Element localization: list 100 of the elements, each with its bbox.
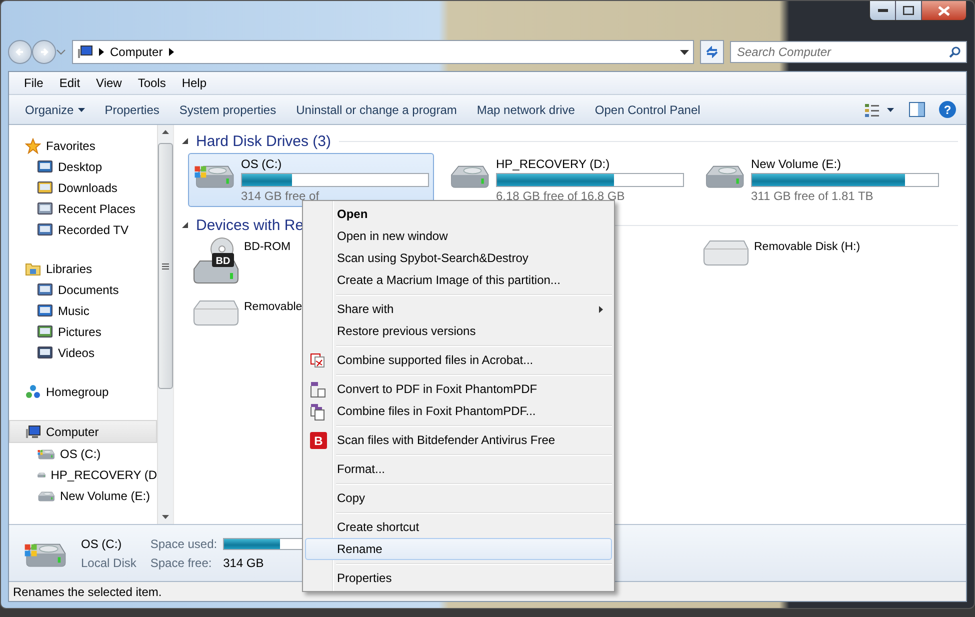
field-label: Space free:	[150, 556, 212, 570]
sidebar-item[interactable]: New Volume (E:)	[17, 485, 157, 506]
minimize-button[interactable]	[870, 1, 896, 20]
sidebar-item[interactable]: Music	[17, 300, 157, 321]
refresh-button[interactable]	[700, 40, 724, 64]
context-menu-item[interactable]: Open in new window	[305, 225, 612, 247]
context-menu-item[interactable]: Scan using Spybot-Search&Destroy	[305, 247, 612, 269]
drive-label[interactable]: Removable	[244, 301, 302, 313]
shield-logo-icon: B	[310, 432, 327, 449]
sidebar-item[interactable]: Recent Places	[17, 198, 157, 219]
dropdown-icon[interactable]	[680, 50, 689, 54]
sidebar-item[interactable]: Homegroup	[17, 381, 157, 402]
sidebar-item[interactable]: OS (C:)	[17, 443, 157, 464]
item-icon	[37, 282, 53, 298]
group-header: Devices with Re	[196, 216, 304, 234]
document-convert-icon	[310, 381, 326, 399]
context-menu-item[interactable]: B Scan files with Bitdefender Antivirus Free	[305, 429, 612, 451]
collapse-icon[interactable]	[182, 222, 188, 228]
sidebar-item[interactable]: Videos	[17, 342, 157, 363]
breadcrumb[interactable]: Computer	[110, 45, 163, 59]
toolbar-button[interactable]: Open Control Panel	[586, 98, 708, 120]
refresh-icon	[705, 46, 719, 58]
context-menu-item[interactable]: Restore previous versions	[305, 320, 612, 342]
context-menu-item[interactable]: Properties	[305, 567, 612, 589]
field-label: Space used:	[150, 536, 218, 550]
item-icon	[37, 324, 53, 340]
context-menu-item[interactable]: Copy	[305, 487, 612, 509]
chevron-icon[interactable]	[99, 48, 104, 56]
group-header: Hard Disk Drives (3)	[196, 132, 332, 150]
menu-item[interactable]: Edit	[52, 74, 88, 92]
search-field[interactable]: Search Computer	[730, 41, 967, 63]
menu-item[interactable]: Help	[174, 74, 214, 92]
toolbar-button[interactable]: Organize	[17, 98, 93, 120]
toolbar-button[interactable]: System properties	[171, 98, 284, 120]
sidebar-item[interactable]: Desktop	[17, 156, 157, 177]
close-icon	[938, 6, 950, 16]
context-menu-item[interactable]: Create shortcut	[305, 516, 612, 538]
drive-label[interactable]: Removable Disk (H:)	[754, 241, 860, 253]
chevron-icon[interactable]	[168, 48, 174, 56]
context-menu-item[interactable]: Format...	[305, 458, 612, 480]
folder-icon	[25, 260, 41, 276]
address-bar[interactable]: Computer	[72, 40, 694, 64]
menu-item[interactable]: Tools	[130, 74, 173, 92]
sidebar-item[interactable]: Libraries	[17, 258, 157, 279]
grip-icon	[162, 262, 169, 270]
drive-tile[interactable]: New Volume (E:) 311 GB free of 1.81 TB	[698, 153, 944, 207]
computer-icon	[77, 45, 93, 59]
caret-icon	[78, 108, 85, 112]
toolbar-button[interactable]: Map network drive	[468, 98, 583, 120]
maximize-icon	[903, 6, 914, 15]
sidebar-item[interactable]: Documents	[17, 279, 157, 300]
context-menu-item[interactable]: Create a Macrium Image of this partition...	[305, 269, 612, 291]
sidebar-item[interactable]: Recorded TV	[17, 219, 157, 240]
star-icon	[25, 138, 41, 154]
toolbar-button[interactable]: Uninstall or change a program	[288, 98, 465, 120]
sidebar-item[interactable]: Favorites	[17, 135, 157, 156]
scrollbar[interactable]	[157, 125, 173, 524]
sidebar-item[interactable]: Computer	[9, 420, 157, 443]
sidebar-item[interactable]: Downloads	[17, 177, 157, 198]
drive-type: Local Disk	[81, 556, 136, 570]
network-icon	[25, 384, 41, 400]
item-icon	[37, 200, 53, 216]
context-menu-item[interactable]: Share with	[305, 298, 612, 320]
back-button[interactable]	[8, 40, 32, 64]
view-options-icon[interactable]	[865, 102, 895, 116]
drive-icon	[37, 446, 55, 460]
scroll-down-icon[interactable]	[162, 515, 169, 519]
maximize-button[interactable]	[896, 1, 922, 20]
preview-pane-icon[interactable]	[909, 102, 925, 117]
context-menu-item[interactable]: Combine files in Foxit PhantomPDF...	[305, 400, 612, 422]
sidebar-item[interactable]: Pictures	[17, 321, 157, 342]
drive-label[interactable]: BD-ROM	[244, 241, 291, 253]
back-arrow-icon	[15, 47, 25, 57]
drive-name: OS (C:)	[81, 536, 123, 550]
drive-icon	[37, 488, 55, 502]
document-combine-icon	[310, 403, 326, 421]
forward-arrow-icon	[39, 47, 49, 57]
drive-tile[interactable]: OS (C:) 314 GB free of	[188, 153, 434, 207]
toolbar-button[interactable]: Properties	[96, 98, 168, 120]
sidebar-item[interactable]: HP_RECOVERY (D	[17, 464, 157, 485]
menu-item[interactable]: View	[89, 74, 129, 92]
collapse-icon[interactable]	[182, 138, 188, 144]
field-value: 314 GB	[223, 556, 264, 570]
minimize-icon	[878, 8, 888, 12]
item-icon	[37, 158, 53, 174]
item-icon	[37, 302, 53, 318]
status-text: Renames the selected item.	[13, 584, 162, 598]
pdf-stack-icon	[310, 352, 326, 368]
context-menu-item[interactable]: Combine supported files in Acrobat...	[305, 349, 612, 371]
computer-icon	[25, 424, 41, 440]
menu-item[interactable]: File	[17, 74, 50, 92]
scroll-up-icon[interactable]	[162, 130, 169, 134]
item-icon	[37, 180, 53, 196]
help-icon[interactable]: ?	[939, 101, 956, 118]
item-icon	[37, 344, 53, 360]
forward-button[interactable]	[32, 40, 56, 64]
context-menu-item[interactable]: Convert to PDF in Foxit PhantomPDF	[305, 378, 612, 400]
context-menu-item[interactable]: Rename	[305, 538, 612, 560]
submenu-arrow-icon	[599, 306, 603, 313]
close-button[interactable]	[922, 1, 966, 20]
